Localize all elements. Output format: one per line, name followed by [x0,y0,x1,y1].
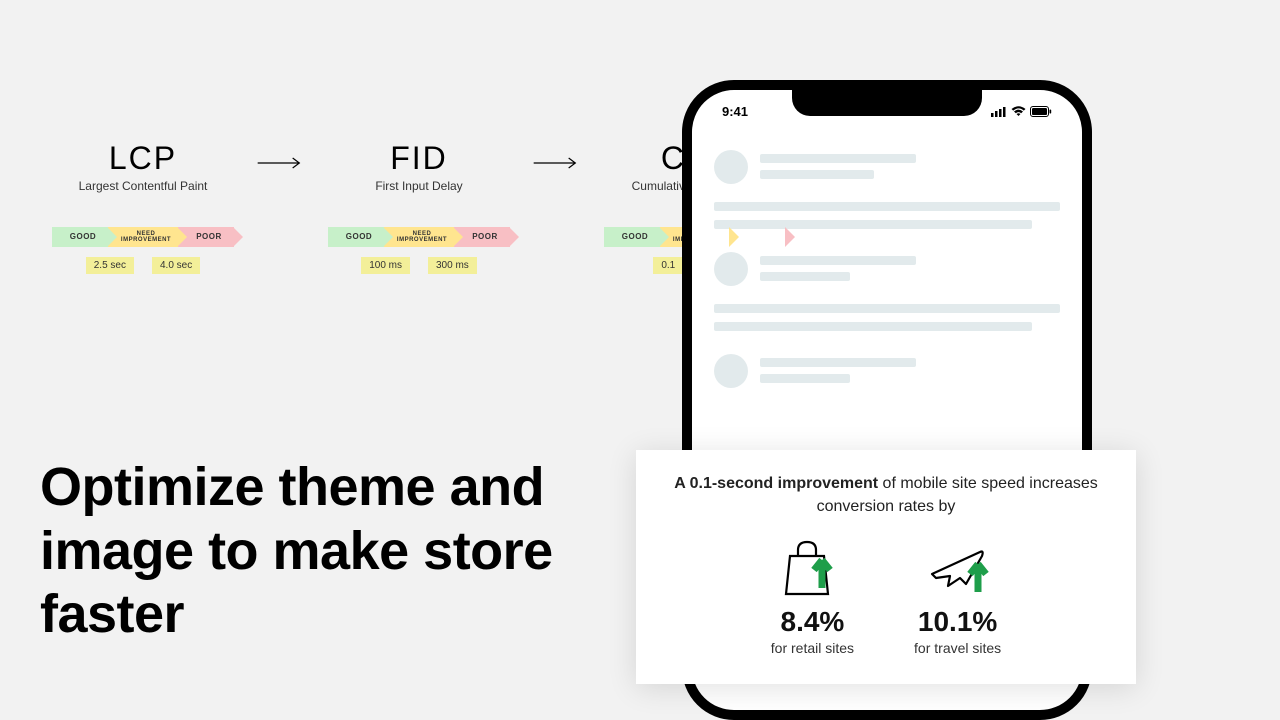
skeleton-avatar [714,150,748,184]
skeleton-line [760,256,916,265]
stat-travel: 10.1% for travel sites [914,538,1001,656]
rating-need: NEED IMPROVEMENT [108,227,178,247]
metric-lcp: LCP Largest Contentful Paint GOOD NEED I… [48,140,238,274]
stat-label: for travel sites [914,640,1001,656]
skeleton-line [760,374,850,383]
shopping-bag-up-icon [780,538,844,596]
threshold-poor: 300 ms [428,257,477,274]
rating-need: NEED IMPROVEMENT [384,227,454,247]
skeleton-line [714,202,1060,211]
wifi-icon [1011,106,1026,117]
rating-good: GOOD [604,227,660,247]
skeleton-line [714,220,1032,229]
phone-time: 9:41 [722,104,748,119]
skeleton-block [714,150,1060,184]
arrow-right-icon [532,154,582,172]
phone-status-icons [991,104,1052,119]
airplane-up-icon [926,538,990,596]
battery-icon [1030,106,1052,117]
stat-percent: 10.1% [918,606,997,638]
skeleton-avatar [714,354,748,388]
metric-name: First Input Delay [375,179,462,193]
skeleton-line [760,358,916,367]
threshold-good: 0.1 [653,257,683,274]
stat-retail: 8.4% for retail sites [771,538,854,656]
thresholds: 100 ms 300 ms [361,257,477,274]
skeleton-block [714,252,1060,286]
skeleton-line [714,322,1032,331]
rating-bar: GOOD NEED IMPROVEMENT POOR [328,227,510,247]
phone-status-bar: 9:41 [692,104,1082,119]
signal-icon [991,106,1007,117]
threshold-poor: 4.0 sec [152,257,200,274]
metric-acronym: LCP [109,140,177,177]
thresholds: 2.5 sec 4.0 sec [86,257,201,274]
web-vitals-metrics: LCP Largest Contentful Paint GOOD NEED I… [48,140,790,274]
skeleton-line [714,304,1060,313]
arrow-right-icon [256,154,306,172]
headline: Optimize theme and image to make store f… [40,456,640,647]
metric-fid: FID First Input Delay GOOD NEED IMPROVEM… [324,140,514,274]
threshold-good: 2.5 sec [86,257,134,274]
stat-label: for retail sites [771,640,854,656]
conversion-stats-card: A 0.1-second improvement of mobile site … [636,450,1136,684]
metric-acronym: FID [390,140,448,177]
phone-skeleton [714,150,1060,406]
rating-good: GOOD [52,227,108,247]
rating-good: GOOD [328,227,384,247]
stat-percent: 8.4% [781,606,845,638]
rating-bar: GOOD NEED IMPROVEMENT POOR [52,227,234,247]
skeleton-line [760,154,916,163]
skeleton-block [714,354,1060,388]
skeleton-line [760,272,850,281]
card-headline: A 0.1-second improvement of mobile site … [664,472,1108,518]
skeleton-line [760,170,874,179]
threshold-good: 100 ms [361,257,410,274]
metric-name: Largest Contentful Paint [79,179,208,193]
skeleton-avatar [714,252,748,286]
